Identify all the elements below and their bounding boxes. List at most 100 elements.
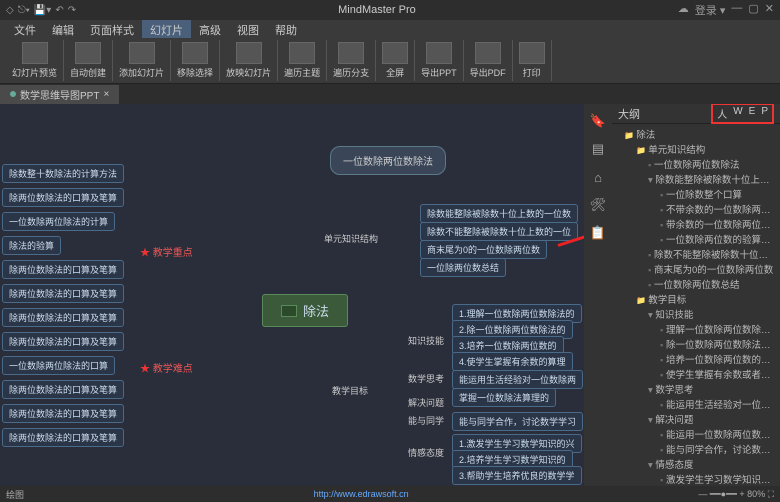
tree-item[interactable]: 一位除数整个口算 [616,188,776,203]
goal-sameclass[interactable]: 能与同学 [402,412,450,429]
tool-remove[interactable]: 移除选择 [171,40,220,81]
tree-item[interactable]: 数学思考 [616,383,776,398]
sub-struct[interactable]: 单元知识结构 [318,230,384,247]
goal-knowledge[interactable]: 知识技能 [402,332,450,349]
left-leaf[interactable]: 除数整十数除法的计算方法 [2,164,124,183]
menu-help[interactable]: 帮助 [267,20,305,38]
goal-problem[interactable]: 解决问题 [402,394,450,411]
tree-goal[interactable]: 教学目标 [616,293,776,308]
tools-icon[interactable]: 🛠 [589,196,607,214]
struct-leaf[interactable]: 除数能整除被除数十位上数的一位数 [420,204,578,223]
outline-header: 大纲 人 W E P [612,104,780,124]
tool-branch[interactable]: 遍历分支 [327,40,376,81]
struct-leaf[interactable]: 一位除两位数总结 [420,258,506,277]
tree-item[interactable]: 除一位数除两位数除法的算… [616,338,776,353]
redo-icon[interactable]: ↷ [68,5,76,16]
left-leaf[interactable]: 除两位数除法的口算及笔算 [2,404,124,423]
tool-exportppt[interactable]: 导出PPT [415,40,464,81]
left-leaf[interactable]: 除两位数除法的口算及笔算 [2,428,124,447]
hub-top[interactable]: 教学重点 [140,244,193,259]
left-leaf[interactable]: 除两位数除法的口算及笔算 [2,308,124,327]
node-center[interactable]: 除法 [262,294,348,327]
menu-page[interactable]: 页面样式 [82,20,142,38]
left-leaf[interactable]: 除两位数除法的口算及笔算 [2,380,124,399]
clipboard-icon[interactable]: 📋 [589,224,607,242]
goal-think[interactable]: 数学思考 [402,370,450,387]
left-leaf[interactable]: 除两位数除法的口算及笔算 [2,284,124,303]
tool-fullscreen[interactable]: 全屏 [376,40,415,81]
open-icon[interactable]: ⎋▾ [18,5,30,16]
status-link[interactable]: http://www.edrawsoft.cn [314,489,409,499]
outline-tree[interactable]: 除法 单元知识结构 一位数除两位数除法 除数能整除被除数十位上数的一位… 一位除… [612,124,780,484]
mindmap-canvas[interactable]: 除法 一位数除两位数除法 教学重点 教学难点 单元知识结构 教学目标 除数整十数… [0,104,584,486]
outline-w-icon[interactable]: W [733,106,742,121]
tree-root[interactable]: 除法 [616,128,776,143]
tree-item[interactable]: 能与同学合作，讨论数学学习… [616,443,776,458]
login-button[interactable]: 登录 ▾ [695,2,726,18]
layers-icon[interactable]: ▤ [589,140,607,158]
menu-file[interactable]: 文件 [6,20,44,38]
cloud-icon[interactable]: ☁ [678,2,689,18]
tree-item[interactable]: 除数不能整除被除数十位上数的一… [616,248,776,263]
tree-item[interactable]: 不带余数的一位数除两位数 [616,203,776,218]
left-leaf[interactable]: 一位数除两位除法的计算 [2,212,115,231]
tool-print[interactable]: 打印 [513,40,552,81]
tree-item[interactable]: 能运用一位数除两位数除法的… [616,428,776,443]
outline-p-icon[interactable]: P [761,106,768,121]
tree-item[interactable]: 能运用生活经验对一位数除两… [616,398,776,413]
tree-item[interactable]: 商末尾为0的一位数除两位数 [616,263,776,278]
tree-item[interactable]: 知识技能 [616,308,776,323]
tab-close-icon[interactable]: × [103,89,109,100]
home-icon[interactable]: ⌂ [589,168,607,186]
save-icon[interactable]: 💾▾ [34,5,51,16]
tool-preview[interactable]: 幻灯片预览 [6,40,64,81]
tree-item[interactable]: 激发学生学习数学知识的兴趣 [616,473,776,484]
tool-exportpdf[interactable]: 导出PDF [464,40,513,81]
sub-goal[interactable]: 教学目标 [326,382,374,399]
goal-emotion[interactable]: 情感态度 [402,444,450,461]
tree-item[interactable]: 培养一位数除两位数的算理… [616,353,776,368]
outline-person-icon[interactable]: 人 [717,106,727,121]
tree-item[interactable]: 一位数除两位数的验算方法 [616,233,776,248]
left-leaf[interactable]: 除两位数除法的口算及笔算 [2,188,124,207]
outline-e-icon[interactable]: E [749,106,756,121]
tree-item[interactable]: 带余数的一位数除两位数的口算 [616,218,776,233]
tool-traverse[interactable]: 遍历主题 [278,40,327,81]
tree-unit[interactable]: 单元知识结构 [616,143,776,158]
tag-icon[interactable]: 🔖 [589,112,607,130]
tree-item[interactable]: 情感态度 [616,458,776,473]
statusbar: 绘图 http://www.edrawsoft.cn — ━━●━━ + 80%… [0,486,780,502]
close-icon[interactable]: ✕ [765,2,774,18]
hub-bottom[interactable]: 教学难点 [140,360,193,375]
undo-icon[interactable]: ↶ [55,5,63,16]
struct-leaf[interactable]: 除数不能整除被除数十位上数的一位 [420,222,578,241]
tree-item[interactable]: 一位数除两位数除法 [616,158,776,173]
menu-edit[interactable]: 编辑 [44,20,82,38]
left-leaf[interactable]: 除两位数除法的口算及笔算 [2,260,124,279]
tool-autocreate[interactable]: 自动创建 [64,40,113,81]
tool-play[interactable]: 放映幻灯片 [220,40,278,81]
goal-leaf[interactable]: 3.帮助学生培养优良的数学学 [452,466,582,485]
left-leaf[interactable]: 一位数除两位除法的口算 [2,356,115,375]
menu-view[interactable]: 视图 [229,20,267,38]
callout[interactable]: 一位数除两位数除法 [330,146,446,175]
tree-item[interactable]: 解决问题 [616,413,776,428]
goal-leaf[interactable]: 能运用生活经验对一位数除两 [452,370,583,389]
zoom-control[interactable]: — ━━●━━ + 80% ⛶ [698,489,774,500]
tree-item[interactable]: 除数能整除被除数十位上数的一位… [616,173,776,188]
struct-leaf[interactable]: 商末尾为0的一位数除两位数 [420,240,547,259]
goal-leaf[interactable]: 能与同学合作，讨论数学学习 [452,412,583,431]
maximize-icon[interactable]: ▢ [748,2,758,18]
menu-slide[interactable]: 幻灯片 [142,20,191,38]
goal-leaf[interactable]: 掌握一位数除法算理的 [452,388,556,407]
document-tab[interactable]: 数学思维导图PPT × [0,85,119,104]
menu-advanced[interactable]: 高级 [191,20,229,38]
tree-item[interactable]: 一位数除两位数总结 [616,278,776,293]
minimize-icon[interactable]: — [731,2,742,18]
tree-item[interactable]: 使学生掌握有余数或者不带余… [616,368,776,383]
left-leaf[interactable]: 除两位数除法的口算及笔算 [2,332,124,351]
tool-addslide[interactable]: 添加幻灯片 [113,40,171,81]
left-leaf[interactable]: 除法的验算 [2,236,61,255]
tree-item[interactable]: 理解一位数除两位数除法的… [616,323,776,338]
goal-leaf[interactable]: 4.使学生掌握有余数的算理 [452,352,573,371]
